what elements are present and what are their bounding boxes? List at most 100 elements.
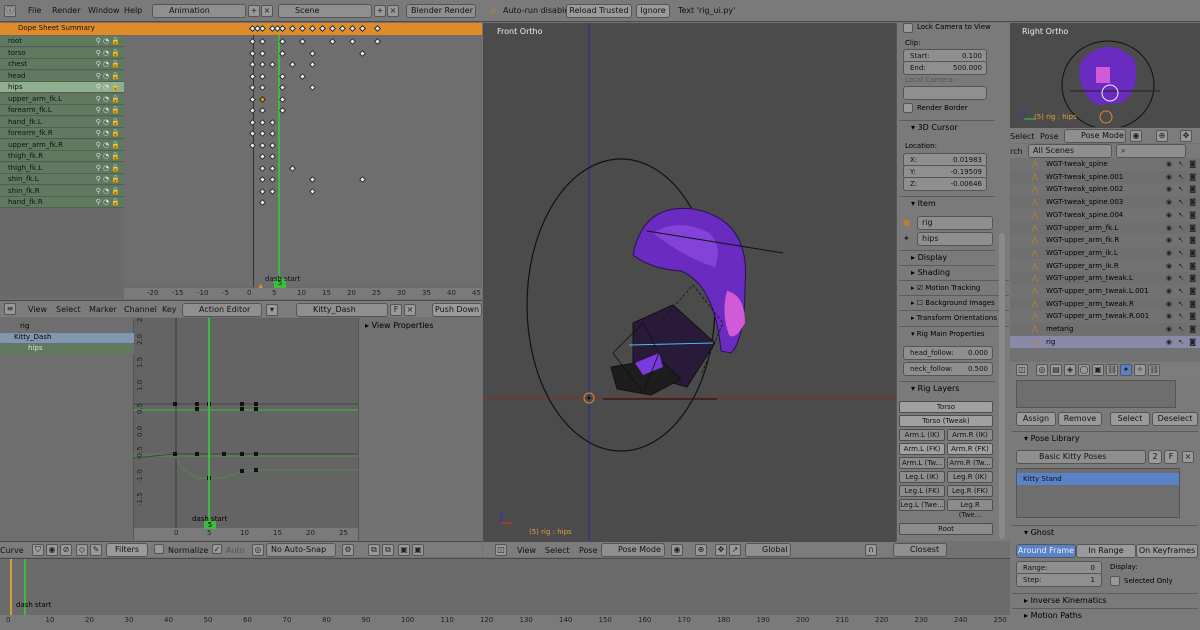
pose-list-item[interactable]: Kitty Stand	[1017, 473, 1179, 485]
clip-end-field[interactable]: End: 500.000	[903, 61, 987, 75]
rv-menu-pose[interactable]: Pose	[1040, 132, 1059, 141]
ignore-button[interactable]: Ignore	[636, 4, 670, 18]
unlink-action-icon[interactable]: ×	[404, 304, 416, 316]
selectable-cursor-icon[interactable]: ↖	[1178, 298, 1184, 310]
ghost-section[interactable]: ▾ Ghost	[1012, 525, 1198, 539]
rig-layer-button[interactable]: Leg.L (FK)	[899, 485, 945, 497]
graph-current-frame[interactable]: 5	[204, 521, 216, 529]
add-layout-icon[interactable]: +	[248, 5, 260, 17]
filters-button[interactable]: Filters	[106, 543, 148, 557]
ghost-on-keyframes-tab[interactable]: On Keyframes	[1136, 544, 1198, 558]
visibility-eye-icon[interactable]: ◉	[1166, 336, 1172, 348]
assign-button[interactable]: Assign	[1016, 412, 1056, 426]
auto-snap-selector[interactable]: No Auto-Snap	[266, 543, 336, 557]
orientation-selector[interactable]: Global	[745, 543, 791, 557]
render-camera-icon[interactable]: ◙	[1189, 222, 1196, 234]
menu-help[interactable]: Help	[124, 6, 142, 15]
channel-controls-icon[interactable]: ⚲ ◔ 🔒	[96, 197, 120, 208]
item-object-field[interactable]: rig	[917, 216, 993, 230]
menu-window[interactable]: Window	[88, 6, 120, 15]
menu-file[interactable]: File	[28, 6, 41, 15]
snap-target-selector[interactable]: Closest	[893, 543, 947, 557]
channel-row[interactable]: shin_fk.L ⚲ ◔ 🔒	[0, 174, 124, 185]
action-name-field[interactable]: Kitty_Dash	[296, 303, 388, 317]
object-tab-icon[interactable]: ▣	[1092, 364, 1104, 376]
display-section[interactable]: ▸ Display	[899, 250, 995, 264]
rig-layer-button[interactable]: Root	[899, 523, 993, 535]
dopesheet-mode-selector[interactable]: Action Editor	[182, 303, 262, 317]
rig-main-props-section[interactable]: ▾ Rig Main Properties	[899, 326, 1009, 340]
dopesheet-editor-icon[interactable]: ≡	[4, 303, 16, 315]
remove-layout-icon[interactable]: ×	[261, 5, 273, 17]
rig-layer-button[interactable]: Leg.R (Twe...	[947, 499, 993, 519]
pivot-point-icon[interactable]: ⊕	[695, 544, 707, 556]
rig-layer-button[interactable]: Arm.R (FK)	[947, 443, 993, 455]
scene-tab-icon[interactable]: ◈	[1064, 364, 1076, 376]
ghost-curves-icon[interactable]: ▣	[398, 544, 410, 556]
outliner-row[interactable]: ⋀ rig ◉ ↖ ◙	[1010, 335, 1200, 348]
visibility-eye-icon[interactable]: ◉	[1166, 260, 1172, 272]
item-bone-field[interactable]: hips	[917, 232, 993, 246]
selectable-cursor-icon[interactable]: ↖	[1178, 285, 1184, 297]
graph-filter-icon-2[interactable]: ◉	[46, 544, 58, 556]
properties-editor-icon[interactable]: ◫	[1016, 364, 1028, 376]
render-camera-icon[interactable]: ◙	[1189, 310, 1196, 322]
graph-filter-icon-5[interactable]: ✎	[90, 544, 102, 556]
selectable-cursor-icon[interactable]: ↖	[1178, 183, 1184, 195]
graph-channel-rig[interactable]: rig	[0, 322, 134, 332]
vp-menu-view[interactable]: View	[517, 546, 536, 555]
vp-menu-pose[interactable]: Pose	[579, 546, 598, 555]
visibility-eye-icon[interactable]: ◉	[1166, 196, 1172, 208]
dope-sheet-summary-row[interactable]: Dope Sheet Summary	[0, 23, 482, 35]
rv-pivot-icon[interactable]: ⊕	[1156, 130, 1168, 142]
outliner-row[interactable]: ⋀ WGT-tweak_spine ◉ ↖ ◙	[1010, 158, 1200, 170]
render-camera-icon[interactable]: ◙	[1189, 158, 1196, 170]
channel-row[interactable]: thigh_fk.L ⚲ ◔ 🔒	[0, 162, 124, 174]
render-camera-icon[interactable]: ◙	[1189, 323, 1196, 335]
channel-controls-icon[interactable]: ⚲ ◔ 🔒	[96, 105, 120, 116]
channel-controls-icon[interactable]: ⚲ ◔ 🔒	[96, 59, 120, 70]
normalize-checkbox[interactable]	[154, 544, 164, 554]
select-button[interactable]: Select	[1110, 412, 1150, 426]
render-engine-selector[interactable]: Blender Render	[406, 4, 476, 18]
selected-only-checkbox[interactable]	[1110, 576, 1120, 586]
vp-menu-select[interactable]: Select	[545, 546, 570, 555]
info-editor-icon[interactable]: ⓘ	[4, 5, 16, 17]
graph-menu-curve[interactable]: Curve	[0, 546, 24, 555]
timeline-current-frame[interactable]	[24, 559, 26, 619]
armature-tab-icon[interactable]: ✦	[1120, 364, 1132, 376]
graph-channel-hips[interactable]: hips	[0, 344, 134, 354]
render-camera-icon[interactable]: ◙	[1189, 298, 1196, 310]
rig-layers-section[interactable]: ▾ Rig Layers	[899, 381, 995, 395]
channel-controls-icon[interactable]: ⚲ ◔ 🔒	[96, 117, 120, 128]
render-camera-icon[interactable]: ◙	[1189, 183, 1196, 195]
channel-row[interactable]: shin_fk.R ⚲ ◔ 🔒	[0, 185, 124, 197]
outliner-row[interactable]: ⋀ WGT-upper_arm_tweak.L.001 ◉ ↖ ◙	[1010, 285, 1200, 297]
selectable-cursor-icon[interactable]: ↖	[1178, 222, 1184, 234]
ds-menu-channel[interactable]: Channel	[124, 305, 157, 314]
pose-library-name-field[interactable]: Basic Kitty Poses	[1016, 450, 1146, 464]
selectable-cursor-icon[interactable]: ↖	[1178, 272, 1184, 284]
channel-row[interactable]: forearm_fk.L ⚲ ◔ 🔒	[0, 105, 124, 116]
visibility-eye-icon[interactable]: ◉	[1166, 183, 1172, 195]
rv-shading-icon[interactable]: ◉	[1130, 130, 1142, 142]
fake-user-icon[interactable]: F	[390, 304, 402, 316]
channel-controls-icon[interactable]: ⚲ ◔ 🔒	[96, 48, 120, 59]
visibility-eye-icon[interactable]: ◉	[1166, 158, 1172, 170]
render-camera-icon[interactable]: ◙	[1189, 196, 1196, 208]
channel-row[interactable]: torso ⚲ ◔ 🔒	[0, 47, 124, 59]
outliner-row[interactable]: ⋀ WGT-upper_arm_fk.R ◉ ↖ ◙	[1010, 234, 1200, 246]
add-scene-icon[interactable]: +	[374, 5, 386, 17]
pose-library-unlink-icon[interactable]: ×	[1182, 451, 1194, 463]
viewport-editor-icon[interactable]: ◫	[495, 544, 507, 556]
pose-library-fake-user[interactable]: F	[1164, 450, 1178, 464]
graph-filter-icon-3[interactable]: ⊘	[60, 544, 72, 556]
rig-layer-button[interactable]: Torso	[899, 401, 993, 413]
render-camera-icon[interactable]: ◙	[1189, 247, 1196, 259]
outliner-row[interactable]: ⋀ WGT-tweak_spine.003 ◉ ↖ ◙	[1010, 196, 1200, 209]
channel-row[interactable]: hand_fk.L ⚲ ◔ 🔒	[0, 116, 124, 128]
outliner-row[interactable]: ⋀ WGT-upper_arm_ik.R ◉ ↖ ◙	[1010, 260, 1200, 272]
graph-filter-icon-4[interactable]: ◇	[76, 544, 88, 556]
render-camera-icon[interactable]: ◙	[1189, 171, 1196, 183]
npanel-scrollbar[interactable]	[999, 233, 1005, 539]
